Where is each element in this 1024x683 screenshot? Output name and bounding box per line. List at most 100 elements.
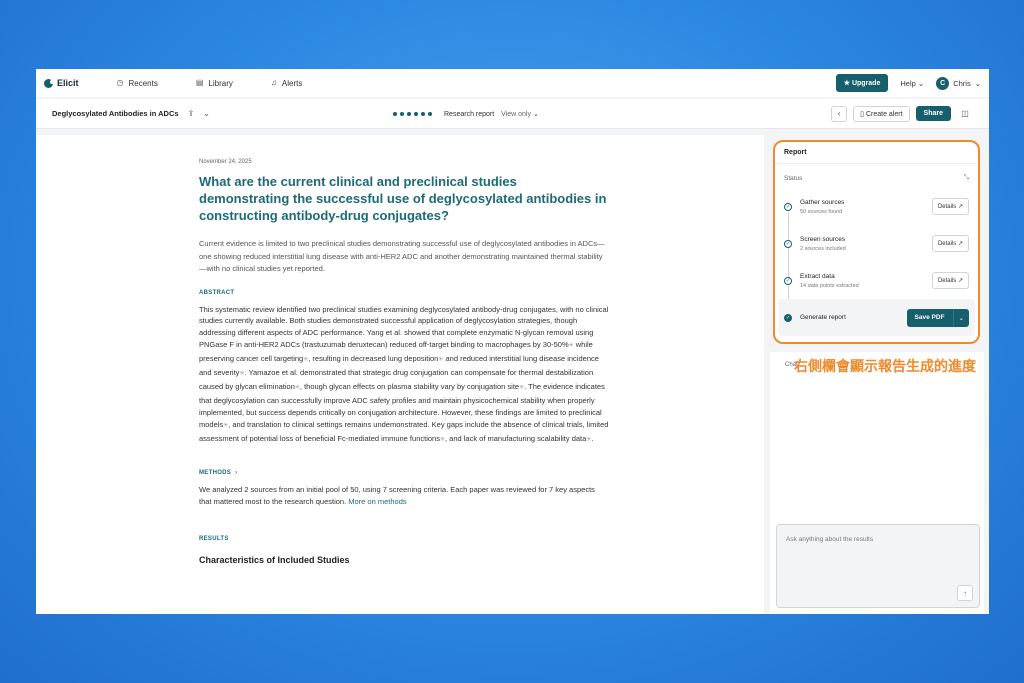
- alert-icon: ▯: [860, 110, 864, 118]
- more-on-methods-link[interactable]: More on methods: [348, 497, 406, 506]
- sidebar-panel-icon: ◫: [961, 109, 969, 118]
- nav-label: Recents: [128, 78, 158, 88]
- check-circle-icon: ✓: [784, 276, 792, 285]
- progress-dot: [414, 111, 418, 116]
- progress-dot: [421, 111, 425, 116]
- nav-item-library[interactable]: ▤ Library: [196, 79, 233, 88]
- annotation-overlay: 右側欄會顯示報告生成的進度: [794, 359, 976, 375]
- book-icon: ▤: [195, 78, 204, 87]
- brand-name: Elicit: [57, 78, 79, 88]
- abstract-segment: , and lack of manufacturing scalability …: [444, 433, 587, 443]
- details-button[interactable]: Details ↗: [931, 235, 969, 252]
- progress-dots: [393, 111, 432, 116]
- chevron-down-icon[interactable]: ⌄: [203, 109, 210, 118]
- details-button[interactable]: Details ↗: [931, 272, 969, 289]
- upgrade-label: Upgrade: [851, 80, 881, 87]
- report-status-panel: Report Status ⤡ ✓ Gather sources 50 sour…: [773, 140, 980, 344]
- step-gather-sources: ✓ Gather sources 50 sources found Detail…: [775, 188, 978, 225]
- nav-label: Alerts: [281, 78, 303, 88]
- step-detail: 2 sources included: [800, 245, 846, 252]
- step-detail: 50 sources found: [800, 208, 843, 215]
- help-label: Help: [900, 78, 916, 88]
- collapse-icon[interactable]: ⤡: [964, 174, 969, 182]
- arrow-up-right-icon: ↗: [957, 278, 963, 284]
- arrow-up-right-icon: ↗: [957, 204, 963, 210]
- article: November 24, 2025 What are the current c…: [199, 159, 609, 565]
- report-panel-title: Report: [775, 142, 978, 164]
- panel-toggle-button[interactable]: ◫: [957, 105, 973, 122]
- results-label: RESULTS: [199, 536, 229, 543]
- check-circle-icon: ✓: [784, 239, 792, 248]
- results-subheading: Characteristics of Included Studies: [199, 555, 350, 566]
- step-title: Gather sources: [800, 198, 845, 206]
- avatar: C: [936, 76, 950, 90]
- progress-dot: [428, 111, 432, 116]
- step-title: Generate report: [800, 314, 846, 321]
- star-icon: ★: [843, 80, 850, 87]
- details-button[interactable]: Details ↗: [931, 198, 969, 215]
- back-button[interactable]: ‹: [831, 105, 848, 122]
- step-extract-data: ✓ Extract data 14 data points extracted …: [775, 262, 978, 299]
- chevron-down-icon: ⌄: [532, 110, 539, 118]
- progress-dot: [407, 111, 411, 116]
- save-pdf-button[interactable]: Save PDF: [906, 308, 953, 327]
- methods-label: METHODS: [199, 470, 232, 477]
- user-menu[interactable]: C Chris ⌄: [936, 76, 981, 90]
- nav-item-alerts[interactable]: ♫ Alerts: [271, 79, 302, 88]
- progress-dot: [393, 111, 397, 116]
- status-row: Status ⤡: [775, 164, 978, 188]
- report-toolbar: Deglycosylated Antibodies in ADCs ⇪ ⌄ Re…: [36, 99, 989, 129]
- share-button[interactable]: Share: [915, 106, 951, 121]
- arrow-up-icon: ↑: [963, 588, 967, 598]
- elicit-logo-icon: [44, 78, 54, 88]
- send-button[interactable]: ↑: [957, 585, 973, 601]
- chevron-left-icon: ‹: [837, 109, 841, 118]
- step-text: Generate report: [800, 314, 846, 321]
- report-type[interactable]: Research report View only ⌄: [444, 110, 539, 118]
- report-summary: Current evidence is limited to two precl…: [199, 239, 605, 273]
- arrow-up-right-icon: ↗: [957, 241, 963, 247]
- results-heading: RESULTS: [199, 536, 609, 542]
- abstract-heading: ABSTRACT: [199, 290, 609, 296]
- chat-input-placeholder: Ask anything about the results: [786, 536, 874, 543]
- nav-label: Library: [208, 78, 233, 88]
- chevron-right-icon: ›: [235, 470, 238, 477]
- chat-input-box[interactable]: Ask anything about the results ↑: [776, 524, 980, 608]
- abstract-label: ABSTRACT: [199, 289, 235, 296]
- methods-heading[interactable]: METHODS ›: [199, 470, 609, 476]
- nav-right: ★ Upgrade Help ⌄ C Chris ⌄: [835, 74, 981, 92]
- step-text: Extract data 14 data points extracted: [800, 273, 859, 289]
- report-content: November 24, 2025 What are the current c…: [36, 135, 764, 614]
- report-type-label: Research report: [444, 110, 495, 118]
- abstract-segment: , resulting in decreased lung deposition: [308, 354, 439, 364]
- toolbar-actions: ‹ ▯ Create alert Share ◫: [831, 105, 973, 122]
- chevron-down-icon: ⌄: [974, 78, 981, 88]
- check-circle-icon: ✓: [784, 313, 792, 322]
- upgrade-button[interactable]: ★ Upgrade: [835, 74, 889, 92]
- clock-icon: ◷: [116, 78, 124, 87]
- report-question: What are the current clinical and precli…: [199, 174, 607, 223]
- share-export-icon[interactable]: ⇪: [188, 109, 195, 118]
- details-label: Details: [937, 204, 957, 210]
- step-generate-report: ✓ Generate report Save PDF ⌄: [778, 299, 975, 336]
- brand[interactable]: Elicit: [44, 78, 79, 88]
- check-circle-icon: ✓: [784, 202, 792, 211]
- create-alert-label: Create alert: [865, 110, 903, 118]
- bell-icon: ♫: [270, 78, 277, 87]
- save-pdf-group: Save PDF ⌄: [906, 308, 969, 327]
- user-name: Chris: [953, 78, 971, 88]
- nav-item-recents[interactable]: ◷ Recents: [117, 79, 158, 88]
- save-options-button[interactable]: ⌄: [952, 308, 969, 327]
- document-title[interactable]: Deglycosylated Antibodies in ADCs: [52, 109, 179, 118]
- progress-dot: [400, 111, 404, 116]
- abstract-text: This systematic review identified two pr…: [199, 304, 609, 447]
- details-label: Details: [937, 278, 957, 284]
- help-menu[interactable]: Help ⌄: [900, 79, 924, 88]
- step-title: Extract data: [800, 272, 835, 280]
- create-alert-button[interactable]: ▯ Create alert: [853, 105, 910, 122]
- step-detail: 14 data points extracted: [800, 282, 859, 289]
- report-date: November 24, 2025: [199, 159, 252, 165]
- chat-panel: Chat 右側欄會顯示報告生成的進度 Ask anything about th…: [770, 352, 984, 614]
- methods-text: We analyzed 2 sources from an initial po…: [199, 484, 609, 508]
- details-label: Details: [937, 241, 957, 247]
